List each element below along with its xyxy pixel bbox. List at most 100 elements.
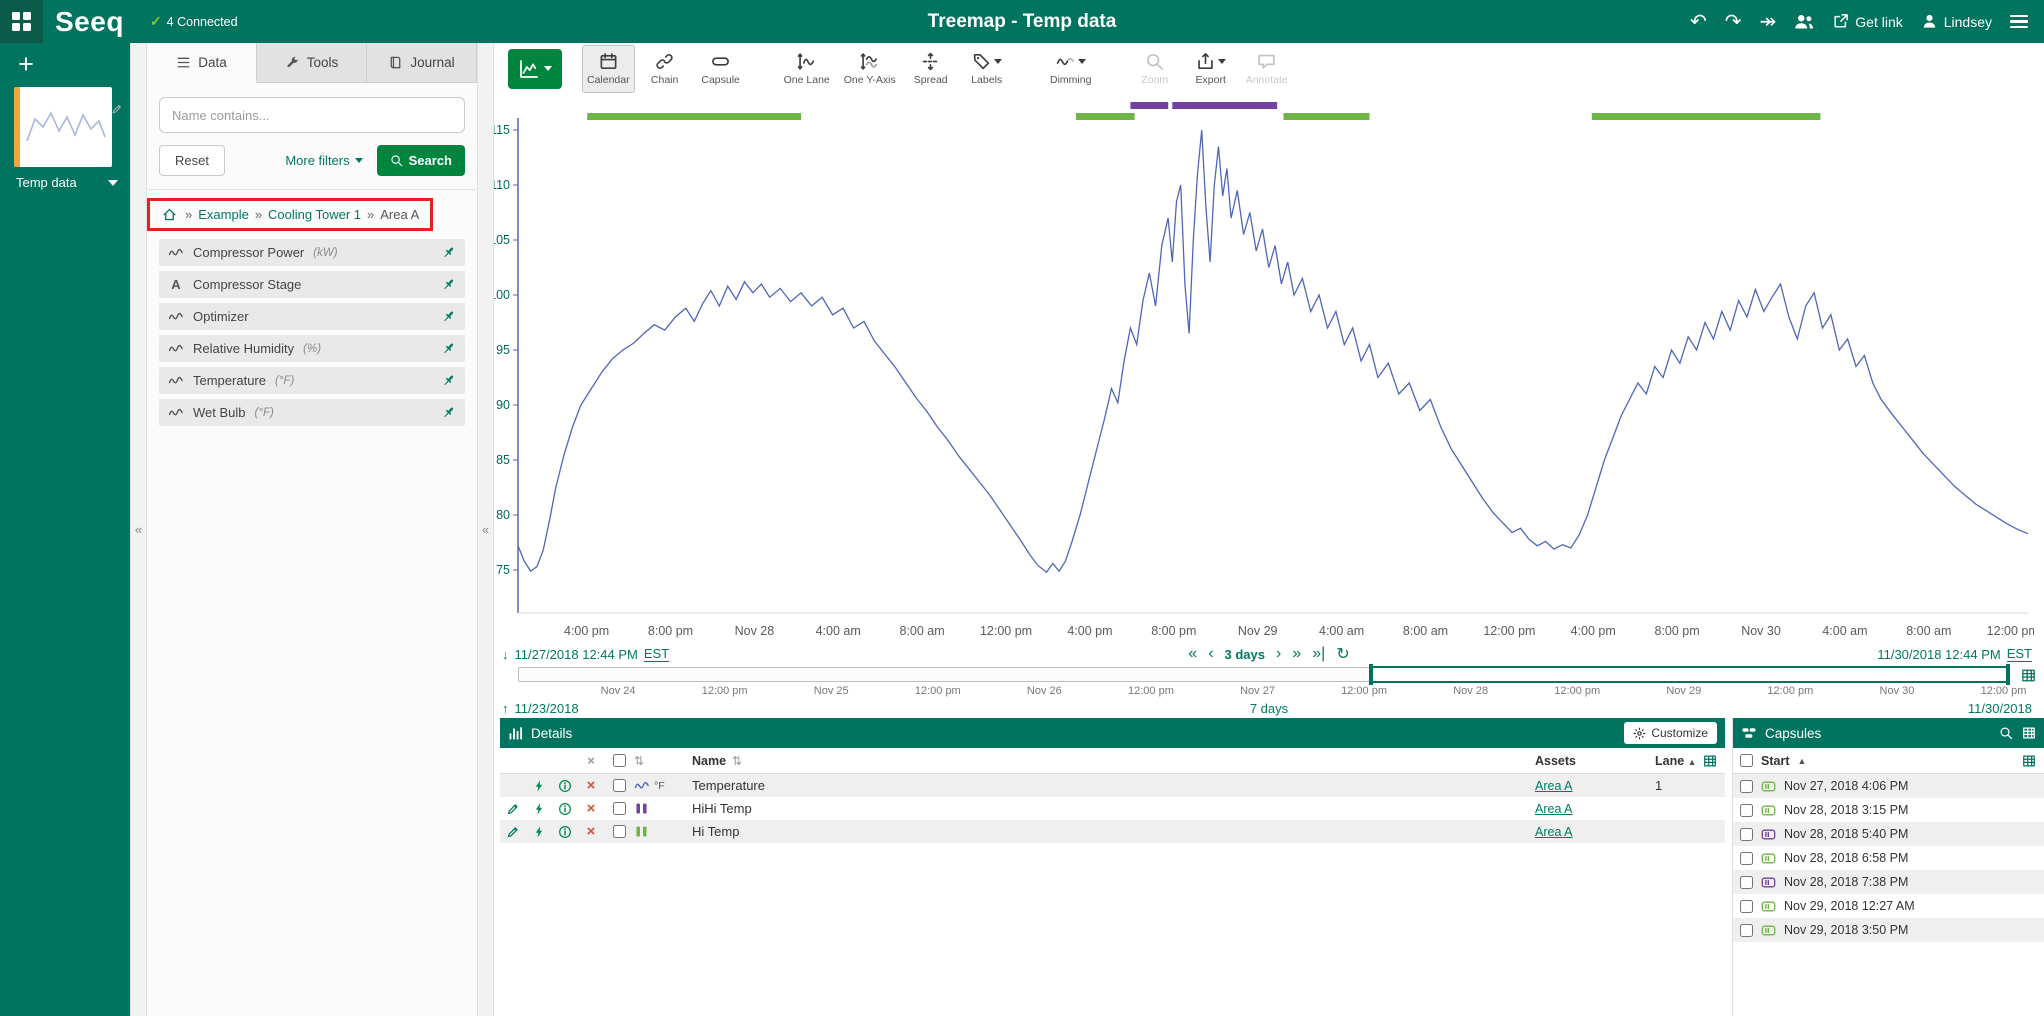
tab-journal[interactable]: Journal — [367, 43, 477, 83]
display-range-start[interactable]: ↓ 11/27/2018 12:44 PM EST — [502, 646, 669, 662]
reset-button[interactable]: Reset — [159, 145, 225, 176]
derive-bolt-icon[interactable] — [532, 825, 546, 839]
search-button[interactable]: Search — [377, 145, 465, 176]
sort-icon[interactable]: ⇅ — [634, 754, 644, 768]
details-row-hihi-temp[interactable]: ×HiHi TempArea A — [500, 797, 1725, 820]
capsule-checkbox[interactable] — [1740, 876, 1753, 889]
add-column-icon[interactable] — [1703, 754, 1717, 768]
step-back-much-icon[interactable]: « — [1188, 645, 1197, 663]
toolbar-chain-button[interactable]: Chain — [639, 45, 691, 93]
trend-chart[interactable]: 75808590951001051101154:00 pm8:00 pmNov … — [494, 94, 2044, 644]
step-forward-much-icon[interactable]: » — [1292, 645, 1301, 663]
user-menu[interactable]: Lindsey — [1921, 13, 1992, 30]
asset-item-wet-bulb[interactable]: Wet Bulb(°F) — [159, 399, 465, 426]
worksheet-view-button[interactable] — [508, 49, 562, 89]
menu-icon[interactable] — [2010, 12, 2028, 32]
toolbar-one-y-axis-button[interactable]: One Y-Axis — [839, 45, 901, 93]
info-icon[interactable] — [558, 825, 572, 839]
lane-column-header[interactable]: Lane — [1655, 754, 1684, 768]
range-start-timezone[interactable]: EST — [644, 646, 669, 662]
new-worksheet-button[interactable]: + — [12, 51, 40, 79]
remove-icon[interactable]: × — [587, 824, 596, 839]
search-capsules-icon[interactable] — [1999, 726, 2013, 740]
pin-icon[interactable] — [441, 277, 456, 292]
pin-icon[interactable] — [441, 373, 456, 388]
worksheet-thumbnail[interactable] — [14, 87, 112, 167]
toolbar-capsule-button[interactable]: Capsule — [695, 45, 747, 93]
undo-icon[interactable]: ↶ — [1690, 12, 1707, 32]
app-switcher-button[interactable] — [0, 0, 43, 43]
row-checkbox[interactable] — [613, 825, 626, 838]
investigate-start[interactable]: 11/23/2018 — [515, 701, 579, 716]
get-link-button[interactable]: Get link — [1832, 13, 1902, 30]
toolbar-dimming-button[interactable]: Dimming — [1045, 45, 1097, 93]
capsule-checkbox[interactable] — [1740, 804, 1753, 817]
pin-icon[interactable] — [441, 405, 456, 420]
capsule-row[interactable]: Nov 28, 2018 7:38 PM — [1733, 870, 2044, 894]
investigate-end[interactable]: 11/30/2018 — [1968, 701, 2032, 716]
select-all-capsules-checkbox[interactable] — [1740, 754, 1753, 767]
info-icon[interactable] — [558, 779, 572, 793]
start-column-header[interactable]: Start — [1761, 754, 1789, 768]
customize-button[interactable]: Customize — [1624, 722, 1717, 744]
chevron-down-icon[interactable] — [108, 180, 118, 186]
redo-icon[interactable]: ↷ — [1725, 12, 1742, 32]
tab-data[interactable]: Data — [147, 43, 257, 83]
toolbar-labels-button[interactable]: Labels — [961, 45, 1013, 93]
asset-item-compressor-stage[interactable]: ACompressor Stage — [159, 271, 465, 298]
capsule-time-icon[interactable] — [2021, 668, 2036, 683]
asset-item-optimizer[interactable]: Optimizer — [159, 303, 465, 330]
capsule-row[interactable]: Nov 29, 2018 3:50 PM — [1733, 918, 2044, 942]
add-column-icon[interactable] — [2022, 754, 2036, 768]
capsule-checkbox[interactable] — [1740, 924, 1753, 937]
capsule-row[interactable]: Nov 28, 2018 5:40 PM — [1733, 822, 2044, 846]
derive-bolt-icon[interactable] — [532, 779, 546, 793]
capsule-checkbox[interactable] — [1740, 852, 1753, 865]
tab-tools[interactable]: Tools — [257, 43, 367, 83]
timeline-track[interactable] — [518, 667, 2010, 682]
select-all-checkbox[interactable] — [613, 754, 626, 767]
pin-icon[interactable] — [441, 309, 456, 324]
capsules-grid-icon[interactable] — [2022, 726, 2036, 740]
name-contains-input[interactable] — [159, 97, 465, 133]
connection-status[interactable]: ✓ 4 Connected — [150, 13, 238, 30]
toolbar-one-lane-button[interactable]: One Lane — [779, 45, 835, 93]
refresh-icon[interactable]: ↻ — [1336, 644, 1349, 664]
asset-item-compressor-power[interactable]: Compressor Power(kW) — [159, 239, 465, 266]
step-to-now-icon[interactable]: »| — [1312, 645, 1325, 663]
remove-icon[interactable]: × — [587, 801, 596, 816]
capsule-checkbox[interactable] — [1740, 780, 1753, 793]
home-icon[interactable] — [162, 207, 177, 222]
asset-link[interactable]: Area A — [1535, 779, 1573, 793]
name-column-header[interactable]: Name — [692, 754, 726, 768]
more-filters-button[interactable]: More filters — [285, 153, 362, 168]
range-duration[interactable]: 3 days — [1225, 647, 1265, 662]
display-range-window[interactable] — [1370, 666, 2009, 683]
capsule-row[interactable]: Nov 28, 2018 6:58 PM — [1733, 846, 2044, 870]
investigate-duration[interactable]: 7 days — [1250, 701, 1288, 716]
display-range-end[interactable]: 11/30/2018 12:44 PM EST — [1877, 646, 2032, 662]
pin-icon[interactable] — [441, 245, 456, 260]
window-right-handle[interactable] — [2006, 664, 2010, 685]
details-row-temperature[interactable]: ×°FTemperatureArea A1 — [500, 774, 1725, 797]
toolbar-calendar-button[interactable]: Calendar — [582, 45, 635, 93]
edit-pencil-icon[interactable] — [506, 802, 520, 816]
collapse-data-panel-strip[interactable]: « — [477, 43, 494, 1016]
present-icon[interactable]: ↠ — [1760, 12, 1777, 32]
asset-item-relative-humidity[interactable]: Relative Humidity(%) — [159, 335, 465, 362]
row-checkbox[interactable] — [613, 802, 626, 815]
capsule-row[interactable]: Nov 28, 2018 3:15 PM — [1733, 798, 2044, 822]
step-forward-icon[interactable]: › — [1276, 645, 1281, 663]
range-end-timezone[interactable]: EST — [2007, 646, 2032, 662]
info-icon[interactable] — [558, 802, 572, 816]
asset-link[interactable]: Area A — [1535, 802, 1573, 816]
asset-link[interactable]: Area A — [1535, 825, 1573, 839]
collapse-rail-strip[interactable]: « — [130, 43, 147, 1016]
toolbar-spread-button[interactable]: Spread — [905, 45, 957, 93]
users-icon[interactable] — [1794, 12, 1814, 32]
capsule-row[interactable]: Nov 29, 2018 12:27 AM — [1733, 894, 2044, 918]
worksheet-label-row[interactable]: Temp data — [16, 175, 118, 190]
asset-item-temperature[interactable]: Temperature(°F) — [159, 367, 465, 394]
breadcrumb-item[interactable]: Cooling Tower 1 — [268, 207, 361, 222]
assets-column-header[interactable]: Assets — [1535, 754, 1576, 768]
